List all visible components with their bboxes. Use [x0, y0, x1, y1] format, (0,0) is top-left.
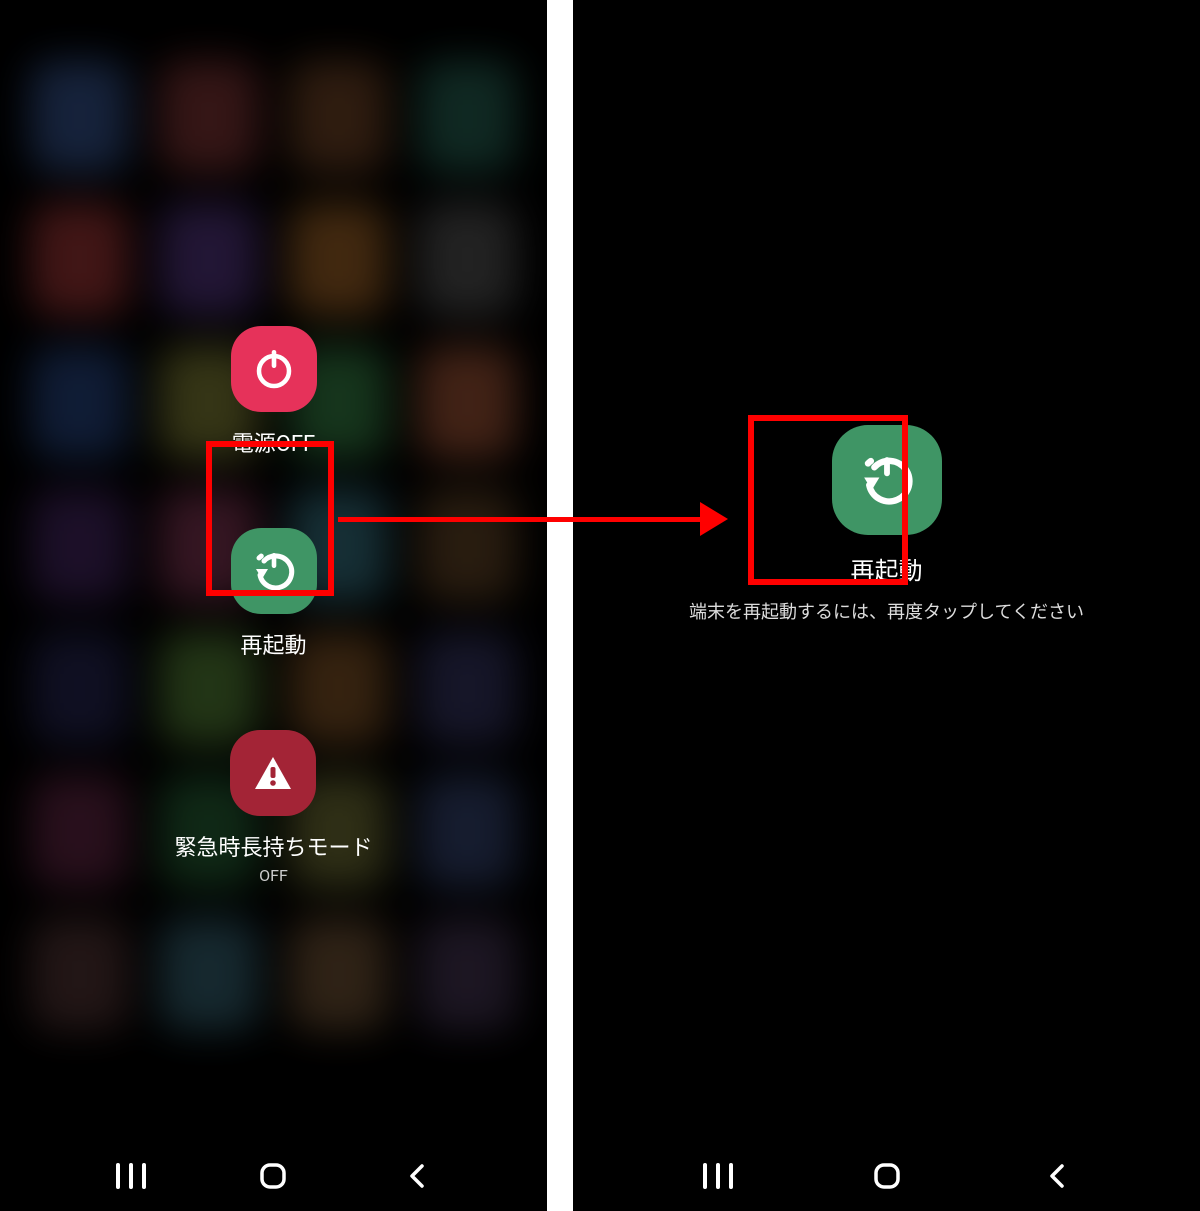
restart-button[interactable]: 再起動	[231, 528, 317, 660]
emergency-label: 緊急時長持ちモード	[174, 830, 372, 862]
restart-label: 再起動	[240, 628, 306, 660]
screen-left-power-menu: 電源OFF 再起動 緊急時長持ちモード	[0, 0, 547, 1211]
power-off-button[interactable]: 電源OFF	[231, 326, 317, 458]
back-button[interactable]	[1011, 1156, 1101, 1196]
home-button[interactable]	[842, 1156, 932, 1196]
restart-icon	[231, 528, 317, 614]
nav-bar-left	[0, 1141, 547, 1211]
restart-instruction-text: 端末を再起動するには、再度タップしてください	[689, 598, 1084, 624]
power-off-icon	[231, 326, 317, 412]
emergency-icon	[230, 730, 316, 816]
recent-apps-button[interactable]	[673, 1156, 763, 1196]
nav-bar-right	[573, 1141, 1200, 1211]
power-menu: 電源OFF 再起動 緊急時長持ちモード	[0, 0, 547, 1211]
restart-icon	[832, 425, 942, 535]
emergency-sub-label: OFF	[259, 866, 288, 885]
screen-right-restart-confirm: 再起動 端末を再起動するには、再度タップしてください	[573, 0, 1200, 1211]
power-off-label: 電源OFF	[232, 426, 315, 458]
restart-confirm-area: 再起動 端末を再起動するには、再度タップしてください	[573, 425, 1200, 624]
restart-confirm-button[interactable]: 再起動	[832, 425, 942, 586]
recent-apps-button[interactable]	[86, 1156, 176, 1196]
emergency-mode-button[interactable]: 緊急時長持ちモード OFF	[174, 730, 372, 885]
back-button[interactable]	[371, 1156, 461, 1196]
home-button[interactable]	[228, 1156, 318, 1196]
restart-confirm-label: 再起動	[851, 551, 923, 586]
